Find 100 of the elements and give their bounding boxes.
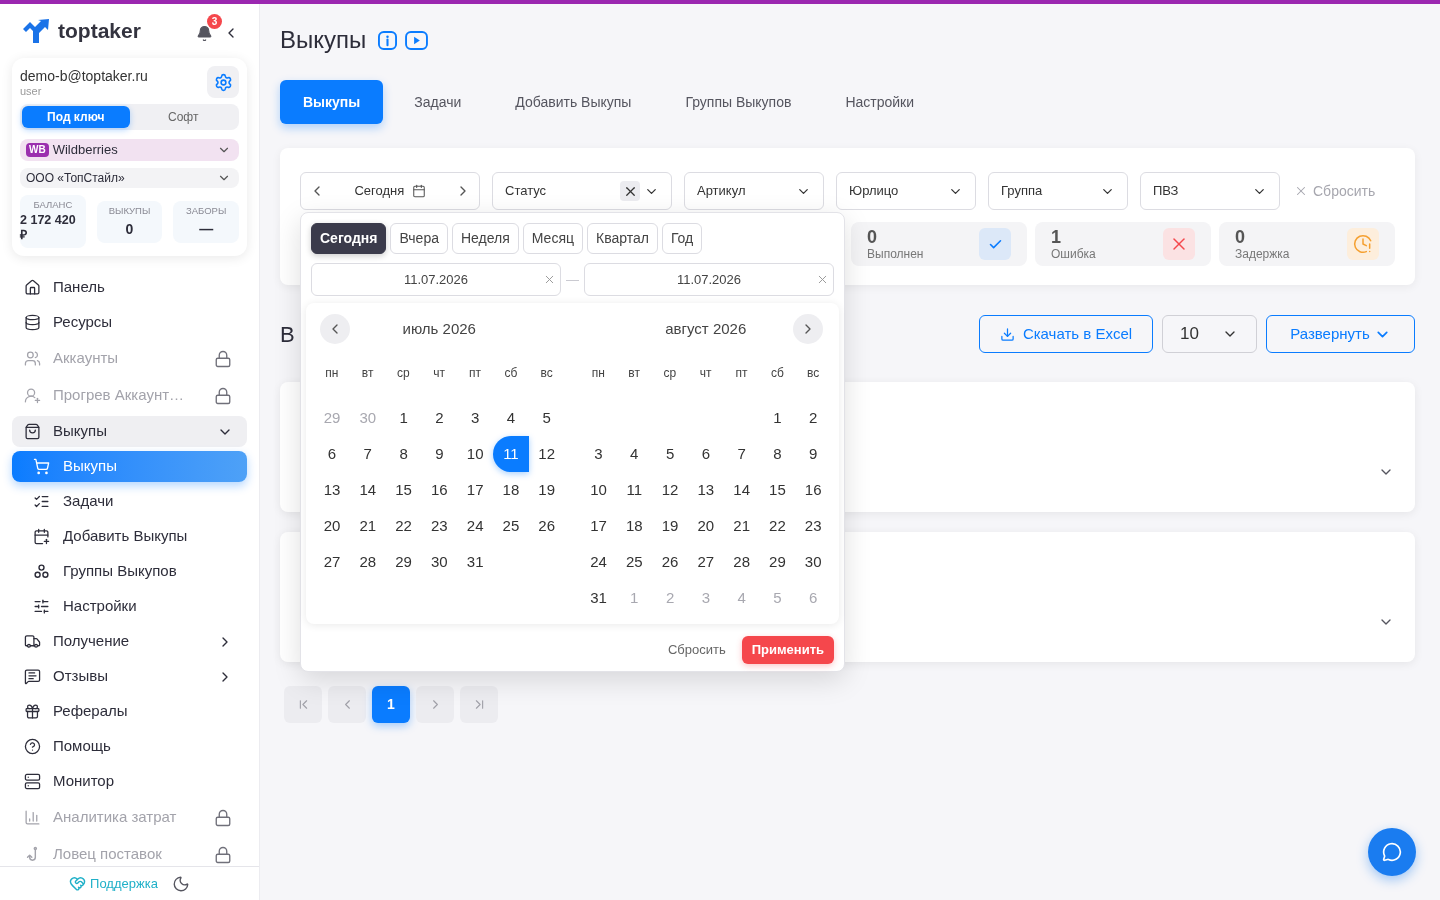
calendar-day[interactable]: 29	[759, 544, 796, 580]
nav-subitem[interactable]: Настройки	[12, 591, 247, 622]
calendar-day[interactable]: 28	[723, 544, 760, 580]
preset-button[interactable]: Квартал	[587, 223, 658, 254]
calendar-day[interactable]: 3	[580, 436, 617, 472]
preset-button[interactable]: Неделя	[451, 223, 519, 254]
calendar-day[interactable]: 6	[687, 436, 724, 472]
calendar-day[interactable]: 27	[687, 544, 724, 580]
calendar-day[interactable]: 2	[421, 400, 458, 436]
calendar-day[interactable]: 19	[528, 472, 565, 508]
calendar-day[interactable]: 7	[349, 436, 386, 472]
start-date-field[interactable]: 11.07.2026	[311, 263, 561, 296]
export-button[interactable]: Скачать в Excel	[979, 315, 1153, 353]
calendar-day[interactable]: 30	[421, 544, 458, 580]
calendar-day[interactable]: 6	[314, 436, 350, 472]
calendar-day[interactable]: 25	[616, 544, 653, 580]
filter-dropdown[interactable]: ПВЗ	[1140, 172, 1280, 210]
calendar-day[interactable]: 18	[616, 508, 653, 544]
calendar-day[interactable]: 3	[457, 400, 494, 436]
calendar-day[interactable]: 17	[580, 508, 617, 544]
calendar-day[interactable]: 1	[759, 400, 796, 436]
calendar-day[interactable]: 16	[795, 472, 832, 508]
calendar-day[interactable]: 4	[492, 400, 529, 436]
calendar-day[interactable]: 8	[759, 436, 796, 472]
calendar-day[interactable]: 15	[759, 472, 796, 508]
nav-item[interactable]: Панель	[12, 272, 247, 303]
calendar-day[interactable]: 19	[652, 508, 689, 544]
date-range-label[interactable]: Сегодня	[354, 181, 405, 201]
nav-subitem[interactable]: Группы Выкупов	[12, 556, 247, 587]
calendar-day[interactable]: 11	[492, 436, 529, 472]
calendar-day[interactable]: 31	[580, 580, 617, 616]
filter-dropdown[interactable]: Статус	[492, 172, 672, 210]
nav-item[interactable]: Помощь	[12, 731, 247, 762]
play-icon[interactable]	[405, 30, 429, 50]
calendar-day[interactable]: 22	[759, 508, 796, 544]
expand-all-button[interactable]: Развернуть	[1266, 315, 1415, 353]
preset-button[interactable]: Месяц	[522, 223, 583, 254]
preset-button[interactable]: Год	[661, 223, 703, 254]
calendar-day[interactable]: 13	[687, 472, 724, 508]
calendar-day[interactable]: 5	[652, 436, 689, 472]
company-select[interactable]: ООО «ТопСтайл»	[20, 168, 239, 188]
moon-icon[interactable]	[171, 874, 190, 893]
calendar-day[interactable]: 24	[580, 544, 617, 580]
calendar-day[interactable]: 20	[314, 508, 350, 544]
preset-button[interactable]: Вчера	[390, 223, 448, 254]
calendar-day[interactable]: 26	[652, 544, 689, 580]
calendar-day[interactable]: 9	[421, 436, 458, 472]
calendar-day[interactable]: 14	[349, 472, 386, 508]
calendar-day[interactable]: 10	[457, 436, 494, 472]
tab[interactable]: Настройки	[822, 80, 938, 124]
calendar-day[interactable]: 9	[795, 436, 832, 472]
calendar-day[interactable]: 17	[457, 472, 494, 508]
calendar-day[interactable]: 31	[457, 544, 494, 580]
calendar-day[interactable]: 10	[580, 472, 617, 508]
tab[interactable]: Задачи	[391, 80, 485, 124]
nav-item[interactable]: Получение	[12, 626, 247, 657]
filter-dropdown[interactable]: Юрлицо	[836, 172, 976, 210]
calendar-day[interactable]: 23	[795, 508, 832, 544]
chat-button[interactable]	[1368, 828, 1416, 876]
mode-option[interactable]: Под ключ	[22, 106, 130, 128]
apply-button[interactable]: Применить	[741, 636, 834, 664]
previous-month-button[interactable]	[320, 314, 350, 344]
calendar-day[interactable]: 25	[492, 508, 529, 544]
filter-dropdown[interactable]: Артикул	[684, 172, 824, 210]
mode-option[interactable]: Софт	[129, 106, 237, 128]
calendar-day[interactable]: 21	[349, 508, 386, 544]
tab[interactable]: Добавить Выкупы	[492, 80, 655, 124]
nav-subitem[interactable]: Задачи	[12, 486, 247, 517]
nav-item[interactable]: Рефералы	[12, 696, 247, 727]
nav-item[interactable]: Ресурсы	[12, 307, 247, 338]
calendar-day[interactable]: 2	[795, 400, 832, 436]
info-icon[interactable]	[378, 30, 398, 50]
calendar-day[interactable]: 11	[616, 472, 653, 508]
calendar-day[interactable]: 4	[616, 436, 653, 472]
page-size-select[interactable]: 10	[1162, 315, 1257, 353]
calendar-day[interactable]: 14	[723, 472, 760, 508]
calendar-day[interactable]: 16	[421, 472, 458, 508]
filter-dropdown[interactable]: Группа	[988, 172, 1128, 210]
calendar-day[interactable]: 13	[314, 472, 350, 508]
nav-item[interactable]: Выкупы	[12, 416, 247, 447]
end-date-field[interactable]: 11.07.2026	[584, 263, 834, 296]
clear-icon[interactable]	[620, 181, 640, 201]
bell-icon[interactable]	[196, 24, 213, 42]
calendar-day[interactable]: 7	[723, 436, 760, 472]
calendar-day[interactable]: 28	[349, 544, 386, 580]
calendar-day[interactable]: 8	[385, 436, 422, 472]
nav-item[interactable]: Монитор	[12, 766, 247, 797]
preset-button[interactable]: Сегодня	[311, 223, 387, 254]
marketplace-select[interactable]: WB Wildberries	[20, 139, 239, 161]
calendar-day[interactable]: 26	[528, 508, 565, 544]
nav-item[interactable]: Отзывы	[12, 661, 247, 692]
nav-subitem[interactable]: Добавить Выкупы	[12, 521, 247, 552]
calendar-day[interactable]: 27	[314, 544, 350, 580]
calendar-day[interactable]: 29	[385, 544, 422, 580]
tab[interactable]: Группы Выкупов	[662, 80, 815, 124]
next-month-button[interactable]	[793, 314, 823, 344]
calendar-day[interactable]: 1	[385, 400, 422, 436]
calendar-day[interactable]: 20	[687, 508, 724, 544]
calendar-day[interactable]: 22	[385, 508, 422, 544]
calendar-day[interactable]: 12	[652, 472, 689, 508]
